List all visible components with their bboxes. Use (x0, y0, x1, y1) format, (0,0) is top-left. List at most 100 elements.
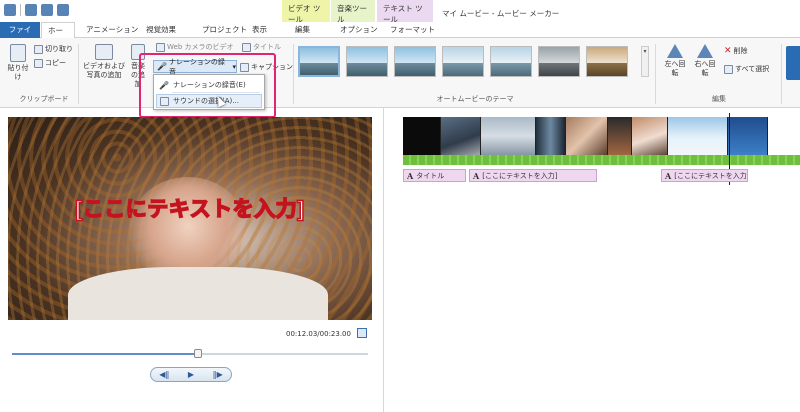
cut-label: 切り取り (45, 45, 73, 53)
webcam-video-button[interactable]: Web カメラのビデオ (156, 42, 234, 52)
seek-bar-thumb[interactable] (194, 349, 203, 358)
video-clip[interactable] (481, 117, 536, 155)
rotate-right-label: 右へ回転 (694, 60, 716, 77)
paste-icon (10, 44, 26, 62)
automovie-theme-gallery (298, 46, 628, 77)
context-group-video-tools: ビデオ ツール (282, 0, 330, 24)
theme-thumbnail[interactable] (442, 46, 484, 77)
video-clip[interactable] (441, 117, 481, 155)
music-track-bar[interactable] (403, 155, 800, 165)
text-a-icon: A (665, 170, 672, 181)
toolbar-separator (20, 4, 21, 16)
select-all-icon (724, 64, 733, 74)
copy-label: コピー (45, 59, 66, 67)
themes-group-label: オートムービーのテーマ (436, 95, 514, 103)
caption-track-item[interactable]: A タイトル (403, 169, 466, 182)
film-icon (95, 44, 113, 60)
app-icon[interactable] (4, 4, 16, 16)
group-divider (293, 44, 294, 104)
video-clip[interactable] (632, 117, 668, 155)
caption-track-item[interactable]: A [ここにテキストを入力] (661, 169, 748, 182)
seek-bar-progress (12, 353, 199, 355)
woman-sweater (68, 267, 328, 320)
play-icon[interactable]: ▶ (180, 370, 202, 379)
window-title: マイ ムービー - ムービー メーカー (442, 9, 560, 18)
video-clip[interactable] (668, 117, 728, 155)
video-preview[interactable]: [ここにテキストを入力] (8, 117, 372, 320)
theme-thumbnail[interactable] (346, 46, 388, 77)
theme-thumbnail[interactable] (586, 46, 628, 77)
tab-edit[interactable]: 編集 (289, 22, 316, 38)
undo-icon[interactable] (41, 4, 53, 16)
theme-gallery-scroll[interactable]: ▾ (641, 46, 649, 77)
select-all-button[interactable]: すべて選択 (724, 64, 769, 74)
context-group-music-tools: 音楽ツール (331, 0, 375, 24)
caption-track-item[interactable]: A [ここにテキストを入力] (469, 169, 597, 182)
caption-track-label: タイトル (416, 171, 445, 180)
text-a-icon: A (407, 170, 414, 181)
delete-x-icon: ✕ (724, 46, 732, 56)
clipboard-group-label: クリップボード (19, 95, 69, 103)
ribbon-tabs: ファイル ホーム アニメーション 視覚効果 プロジェクト 表示 編集 オプション… (0, 22, 800, 51)
scissors-icon (34, 44, 43, 54)
pane-divider[interactable] (383, 108, 384, 412)
video-clip[interactable] (728, 117, 768, 155)
group-divider (78, 44, 79, 104)
cut-button[interactable]: 切り取り (34, 44, 73, 54)
rotate-left-icon (667, 44, 683, 58)
add-video-photo-label: ビデオおよび写真の追加 (83, 62, 125, 79)
timecode-display: 00:12.03/00:23.00 (286, 330, 351, 338)
theme-thumbnail[interactable] (538, 46, 580, 77)
playback-controls: ◀‖ ▶ ‖▶ (150, 367, 232, 382)
caption-track-label: [ここにテキストを入力] (674, 171, 748, 180)
title-label: タイトル (253, 43, 281, 51)
tab-options[interactable]: オプション (334, 22, 384, 38)
editing-group-label: 編集 (712, 95, 726, 103)
save-icon[interactable] (25, 4, 37, 16)
share-icon[interactable] (786, 46, 800, 80)
theme-thumbnail[interactable] (490, 46, 532, 77)
preview-caption-text[interactable]: [ここにテキストを入力] (8, 193, 372, 223)
add-video-photo-button[interactable]: ビデオおよび写真の追加 (82, 44, 126, 80)
rotate-left-button[interactable]: 左へ回転 (662, 44, 688, 78)
tab-visual-effects[interactable]: 視覚効果 (140, 22, 182, 38)
redo-icon[interactable] (57, 4, 69, 16)
group-divider (781, 44, 782, 104)
tab-home[interactable]: ホーム (41, 22, 75, 51)
title-button[interactable]: タイトル (242, 42, 281, 52)
text-a-icon: A (473, 170, 480, 181)
fullscreen-icon[interactable] (357, 328, 367, 338)
copy-icon (34, 58, 43, 68)
title-icon (242, 42, 251, 52)
theme-thumbnail[interactable] (394, 46, 436, 77)
paste-label: 貼り付け (7, 64, 29, 81)
tab-file[interactable]: ファイル (0, 22, 40, 50)
ribbon: 貼り付け 切り取り コピー クリップボード ビデオおよび写真の追加 音楽の追加 … (0, 38, 800, 108)
tab-view[interactable]: 表示 (246, 22, 273, 38)
video-clip[interactable] (608, 117, 632, 155)
caption-track-label: [ここにテキストを入力] (482, 171, 558, 180)
title-bar: ビデオ ツール 音楽ツール テキスト ツール マイ ムービー - ムービー メー… (0, 0, 800, 24)
previous-frame-icon[interactable]: ◀‖ (153, 370, 175, 379)
copy-button[interactable]: コピー (34, 58, 66, 68)
rotate-right-button[interactable]: 右へ回転 (692, 44, 718, 78)
next-frame-icon[interactable]: ‖▶ (207, 370, 229, 379)
tab-format[interactable]: フォーマット (384, 22, 441, 38)
delete-label: 削除 (733, 47, 748, 55)
video-clip[interactable] (536, 117, 566, 155)
rotate-right-icon (697, 44, 713, 58)
group-divider (655, 44, 656, 104)
tab-animation[interactable]: アニメーション (80, 22, 144, 38)
delete-button[interactable]: ✕ 削除 (724, 46, 748, 56)
select-all-label: すべて選択 (735, 65, 770, 73)
chevron-down-icon: ▾ (643, 48, 647, 55)
theme-thumbnail[interactable] (298, 46, 340, 77)
video-clip[interactable] (403, 117, 441, 155)
paste-button[interactable]: 貼り付け (6, 44, 30, 82)
rotate-left-label: 左へ回転 (664, 60, 686, 77)
context-group-text-tools: テキスト ツール (377, 0, 433, 24)
tab-project[interactable]: プロジェクト (196, 22, 253, 38)
annotation-highlight-box (139, 53, 276, 118)
webcam-label: Web カメラのビデオ (167, 43, 234, 51)
video-clip[interactable] (566, 117, 608, 155)
